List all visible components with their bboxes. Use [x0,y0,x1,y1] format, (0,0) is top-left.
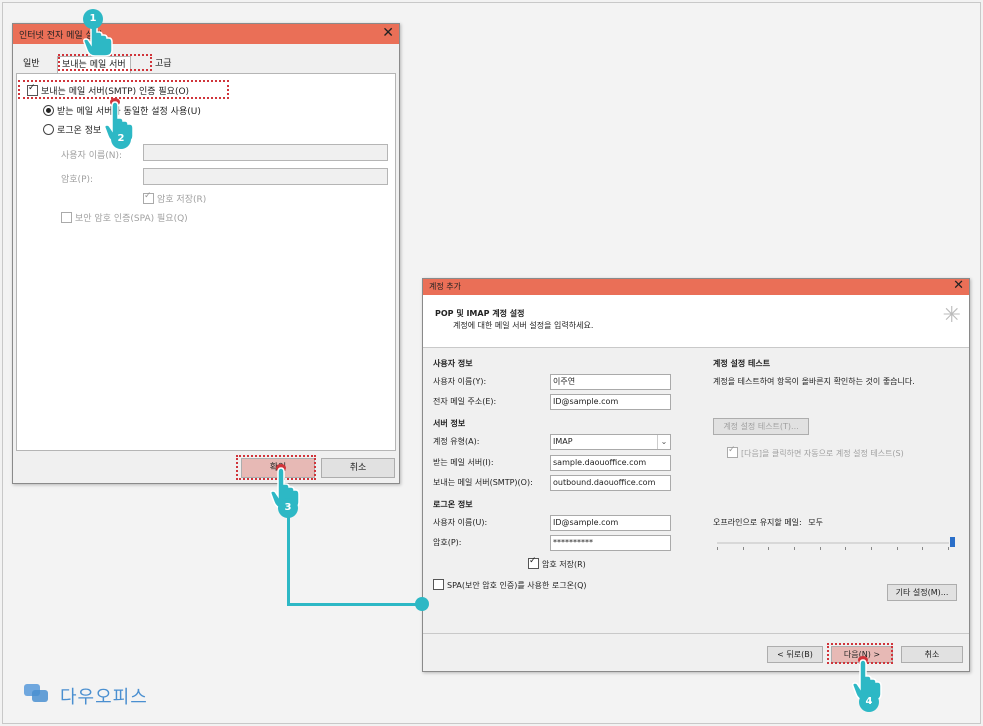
outgoing-server-label: 보내는 메일 서버(SMTP)(O): [433,478,533,487]
footer-divider [423,633,969,634]
checkbox-checked-icon [143,191,154,204]
checkbox-checked-icon [528,556,539,569]
remember-pw-label: 암호 저장(R) [542,560,586,569]
incoming-server-input[interactable]: sample.daouoffice.com [550,455,671,471]
dialog-header: POP 및 IMAP 계정 설정 계정에 대한 메일 서버 설정을 입력하세요.… [423,295,969,348]
brand-name: 다우오피스 [60,687,148,708]
outgoing-server-input[interactable]: outbound.daouoffice.com [550,475,671,491]
connector-horizontal [287,603,421,606]
remember-pw-checkbox[interactable]: 암호 저장(R) [528,556,586,570]
user-info-heading: 사용자 정보 [433,359,473,368]
name-label: 사용자 이름(Y): [433,377,487,386]
logon-radio[interactable]: 로그온 정보 [43,123,101,136]
brand-logo: 다우오피스 [22,681,147,708]
logon-label: 로그온 정보 [57,126,102,136]
account-type-select[interactable]: IMAP ⌄ [550,434,671,450]
account-type-label: 계정 유형(A): [433,437,480,446]
cancel-button[interactable]: 취소 [321,458,395,478]
step-badge-2: 2 [111,129,131,149]
username-input[interactable] [143,144,388,161]
step-badge-3: 3 [278,498,298,518]
connector-dot [415,597,429,611]
step-badge-4: 4 [859,692,879,712]
slider-track [717,542,949,544]
pw-input[interactable]: ********** [550,535,671,551]
incoming-server-label: 받는 메일 서버(I): [433,458,494,467]
header-subtitle: 계정에 대한 메일 서버 설정을 입력하세요. [453,321,594,330]
daouoffice-logo-icon [24,684,48,702]
chevron-down-icon: ⌄ [657,435,670,449]
tab-advanced[interactable]: 고급 [151,56,176,72]
header-title: POP 및 IMAP 계정 설정 [435,309,525,318]
logon-info-heading: 로그온 정보 [433,500,473,509]
test-settings-button[interactable]: 계정 설정 테스트(T)... [713,418,809,435]
checkbox-icon [61,212,72,223]
offline-value: 모두 [808,518,824,527]
radio-selected-icon [43,105,54,116]
cursor-sparkle-icon: ✳ [942,303,961,328]
cancel-button[interactable]: 취소 [901,646,963,663]
more-settings-button[interactable]: 기타 설정(M)... [887,584,957,601]
close-icon[interactable]: ✕ [953,278,964,294]
radio-icon [43,124,54,135]
checkbox-icon [433,579,444,590]
offline-slider[interactable] [717,537,955,551]
spa-label: SPA(보안 암호 인증)를 사용한 로그온(Q) [447,581,587,590]
close-icon[interactable]: ✕ [382,25,394,41]
spa-checkbox[interactable]: SPA(보안 암호 인증)를 사용한 로그온(Q) [433,579,587,591]
dialog-title: 계정 추가 [429,282,461,291]
connector-vertical [287,515,290,606]
remember-password-label: 암호 저장(R) [157,195,207,205]
offline-label-text: 오프라인으로 유지할 메일: [713,518,802,527]
back-button[interactable]: < 뒤로(B) [767,646,823,663]
test-heading: 계정 설정 테스트 [713,359,771,368]
auto-test-label: [다음]을 클릭하면 자동으로 계정 설정 테스트(S) [741,449,904,458]
pw-label: 암호(P): [433,538,462,547]
email-label: 전자 메일 주소(E): [433,397,497,406]
spa-label: 보안 암호 인증(SPA) 필요(Q) [75,214,188,224]
title-bar: 계정 추가 ✕ [423,278,969,295]
user-label: 사용자 이름(U): [433,518,488,527]
tab-panel: 보내는 메일 서버(SMTP) 인증 필요(O) 받는 메일 서버와 동일한 설… [16,73,396,451]
server-info-heading: 서버 정보 [433,419,466,428]
spa-checkbox[interactable]: 보안 암호 인증(SPA) 필요(Q) [61,211,188,224]
add-account-dialog: 계정 추가 ✕ POP 및 IMAP 계정 설정 계정에 대한 메일 서버 설정… [422,278,970,672]
password-input[interactable] [143,168,388,185]
account-type-value: IMAP [553,437,573,446]
tab-general[interactable]: 일반 [19,56,44,72]
slider-ticks [717,547,949,550]
password-label: 암호(P): [61,175,94,185]
title-bar: 인터넷 전자 메일 설정 ✕ [13,24,399,44]
step-badge-1: 1 [83,9,103,29]
username-label: 사용자 이름(N): [61,151,123,161]
checkbox-checked-icon [727,445,738,458]
offline-label: 오프라인으로 유지할 메일: 모두 [713,517,823,528]
name-input[interactable]: 이주연 [550,374,671,390]
slider-thumb[interactable] [950,537,955,547]
test-description: 계정을 테스트하여 항목이 올바른지 확인하는 것이 좋습니다. [713,377,915,386]
auto-test-checkbox[interactable]: [다음]을 클릭하면 자동으로 계정 설정 테스트(S) [727,445,904,459]
user-input[interactable]: ID@sample.com [550,515,671,531]
email-input[interactable]: ID@sample.com [550,394,671,410]
remember-password-checkbox[interactable]: 암호 저장(R) [143,191,207,205]
